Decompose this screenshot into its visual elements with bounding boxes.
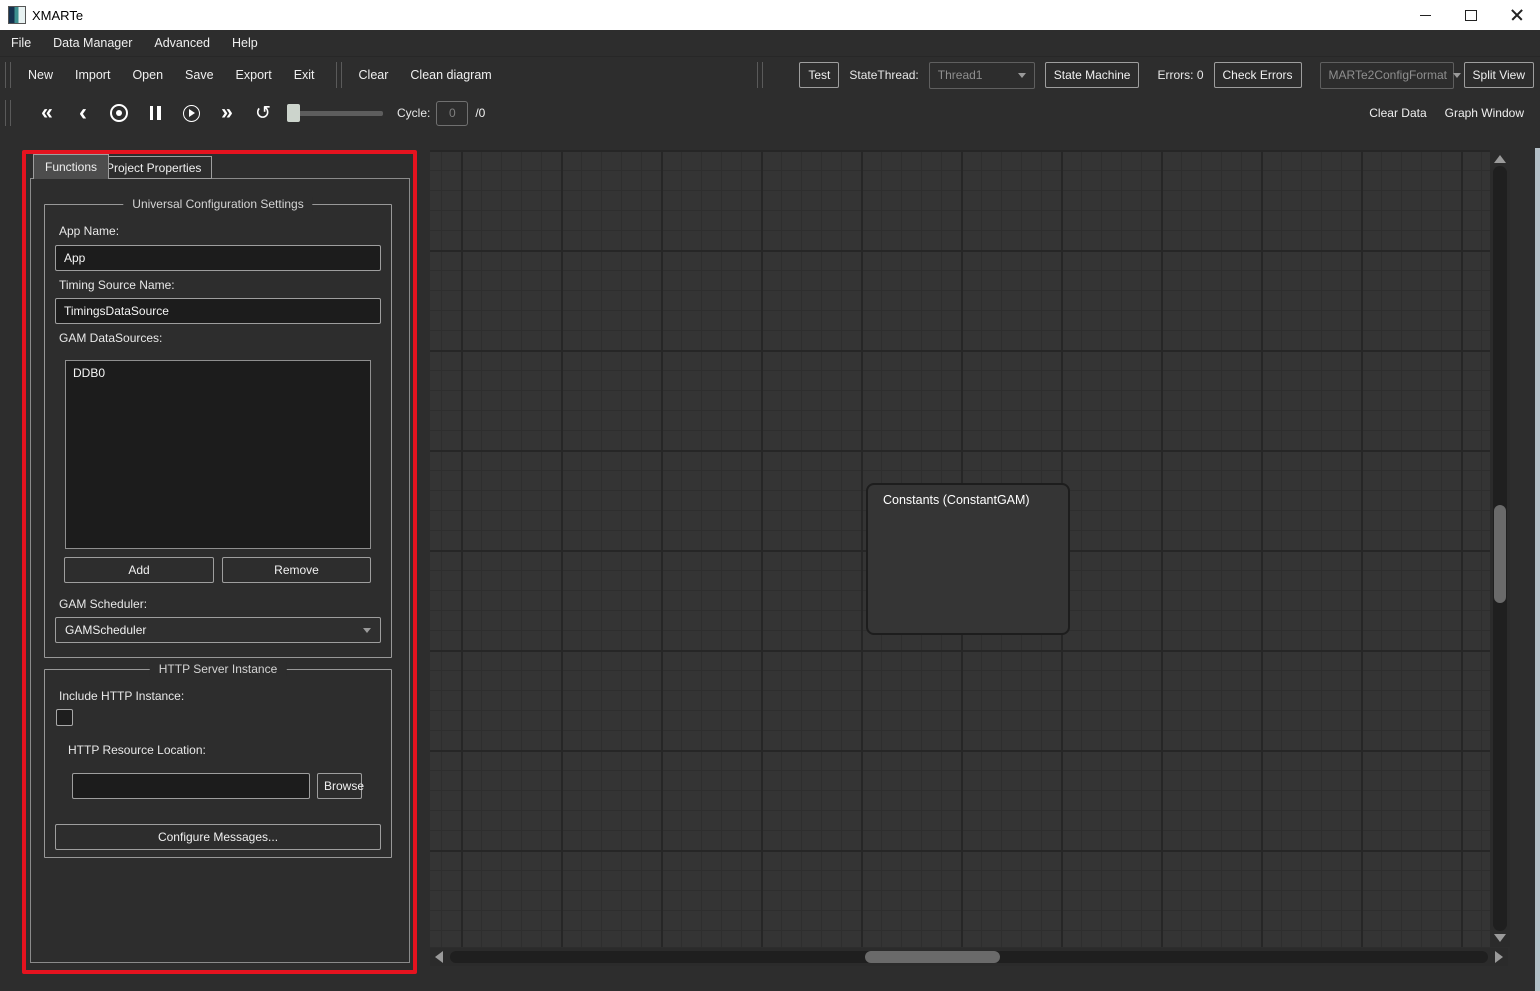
app-window: { "window": { "title": "XMARTe" }, "menu… [0,0,1540,991]
state-thread-select[interactable]: Thread1 [929,62,1035,89]
clear-data-button[interactable]: Clear Data [1369,106,1426,120]
reset-button[interactable]: ↺ [253,102,273,124]
menu-help[interactable]: Help [221,31,269,56]
vertical-scrollbar[interactable] [1490,150,1510,947]
run-toolbar: Test StateThread: Thread1 State Machine … [752,62,1540,89]
new-button[interactable]: New [17,62,64,88]
clear-button[interactable]: Clear [348,62,400,88]
scrollbar-thumb[interactable] [865,951,1000,963]
pause-button[interactable] [145,102,165,124]
config-format-select[interactable]: MARTe2ConfigFormat [1320,62,1454,89]
cycle-input[interactable]: 0 [436,101,468,126]
toolbar-grip[interactable] [757,62,763,88]
errors-count-label: Errors: 0 [1157,68,1203,82]
diagram-canvas[interactable]: Constants (ConstantGAM) [430,150,1490,947]
state-machine-button[interactable]: State Machine [1045,62,1140,88]
test-button[interactable]: Test [799,62,839,88]
menu-file[interactable]: File [0,31,42,56]
step-back-icon: ‹ [79,103,87,123]
slider-handle[interactable] [287,104,300,122]
config-format-value: MARTe2ConfigFormat [1329,68,1448,82]
node-title: Constants (ConstantGAM) [868,485,1068,507]
cycle-label: Cycle: [397,106,430,120]
menu-advanced[interactable]: Advanced [143,31,221,56]
window-title: XMARTe [32,8,83,23]
scroll-left-icon[interactable] [435,951,443,963]
play-icon [183,105,200,122]
skip-back-icon: « [41,103,53,123]
chevron-down-icon [1018,73,1026,78]
close-button[interactable] [1494,0,1540,30]
menu-bar: File Data Manager Advanced Help [0,30,1540,57]
annotation-box [22,150,417,974]
maximize-button[interactable] [1448,0,1494,30]
scrollbar-thumb[interactable] [1494,505,1506,603]
close-icon [1511,9,1523,21]
check-errors-button[interactable]: Check Errors [1214,62,1302,88]
export-button[interactable]: Export [225,62,283,88]
clean-diagram-button[interactable]: Clean diagram [399,62,502,88]
cycle-slider[interactable] [287,103,383,123]
import-button[interactable]: Import [64,62,121,88]
scroll-right-icon[interactable] [1495,951,1503,963]
exit-button[interactable]: Exit [283,62,326,88]
pause-icon [150,106,161,120]
window-edge [1535,148,1540,991]
record-icon [110,104,128,122]
step-back-button[interactable]: ‹ [73,102,93,124]
minimize-button[interactable] [1402,0,1448,30]
maximize-icon [1465,10,1477,21]
app-icon [8,6,26,24]
chevron-down-icon [1453,73,1461,78]
split-view-button[interactable]: Split View [1464,62,1534,88]
record-button[interactable] [109,102,129,124]
skip-to-start-button[interactable]: « [37,102,57,124]
slider-track [287,111,383,116]
state-thread-value: Thread1 [938,68,983,82]
state-thread-label: StateThread: [849,68,918,82]
window-controls [1402,0,1540,30]
open-button[interactable]: Open [121,62,174,88]
save-button[interactable]: Save [174,62,225,88]
node-constants[interactable]: Constants (ConstantGAM) [866,483,1070,635]
minimize-icon [1420,15,1431,16]
skip-forward-button[interactable]: » [217,102,237,124]
toolbar-grip[interactable] [336,62,342,88]
toolbar-grip[interactable] [5,100,11,126]
graph-window-button[interactable]: Graph Window [1445,106,1524,120]
scroll-down-icon[interactable] [1494,934,1506,942]
menu-data-manager[interactable]: Data Manager [42,31,143,56]
scroll-up-icon[interactable] [1494,155,1506,163]
main-toolbar: New Import Open Save Export Exit Clear C… [0,57,1540,93]
toolbar-grip[interactable] [5,62,11,88]
title-bar: XMARTe [0,0,1540,30]
play-button[interactable] [181,102,201,124]
horizontal-scrollbar[interactable] [430,948,1508,966]
cycle-total: /0 [475,106,485,120]
reset-icon: ↺ [255,104,271,123]
playback-toolbar: « ‹ » ↺ Cycle: 0 /0 Clear Data Graph Win… [0,94,1540,132]
skip-forward-icon: » [221,103,233,123]
playback-controls: « ‹ » ↺ [17,102,273,124]
canvas-actions: Clear Data Graph Window [1369,106,1540,120]
